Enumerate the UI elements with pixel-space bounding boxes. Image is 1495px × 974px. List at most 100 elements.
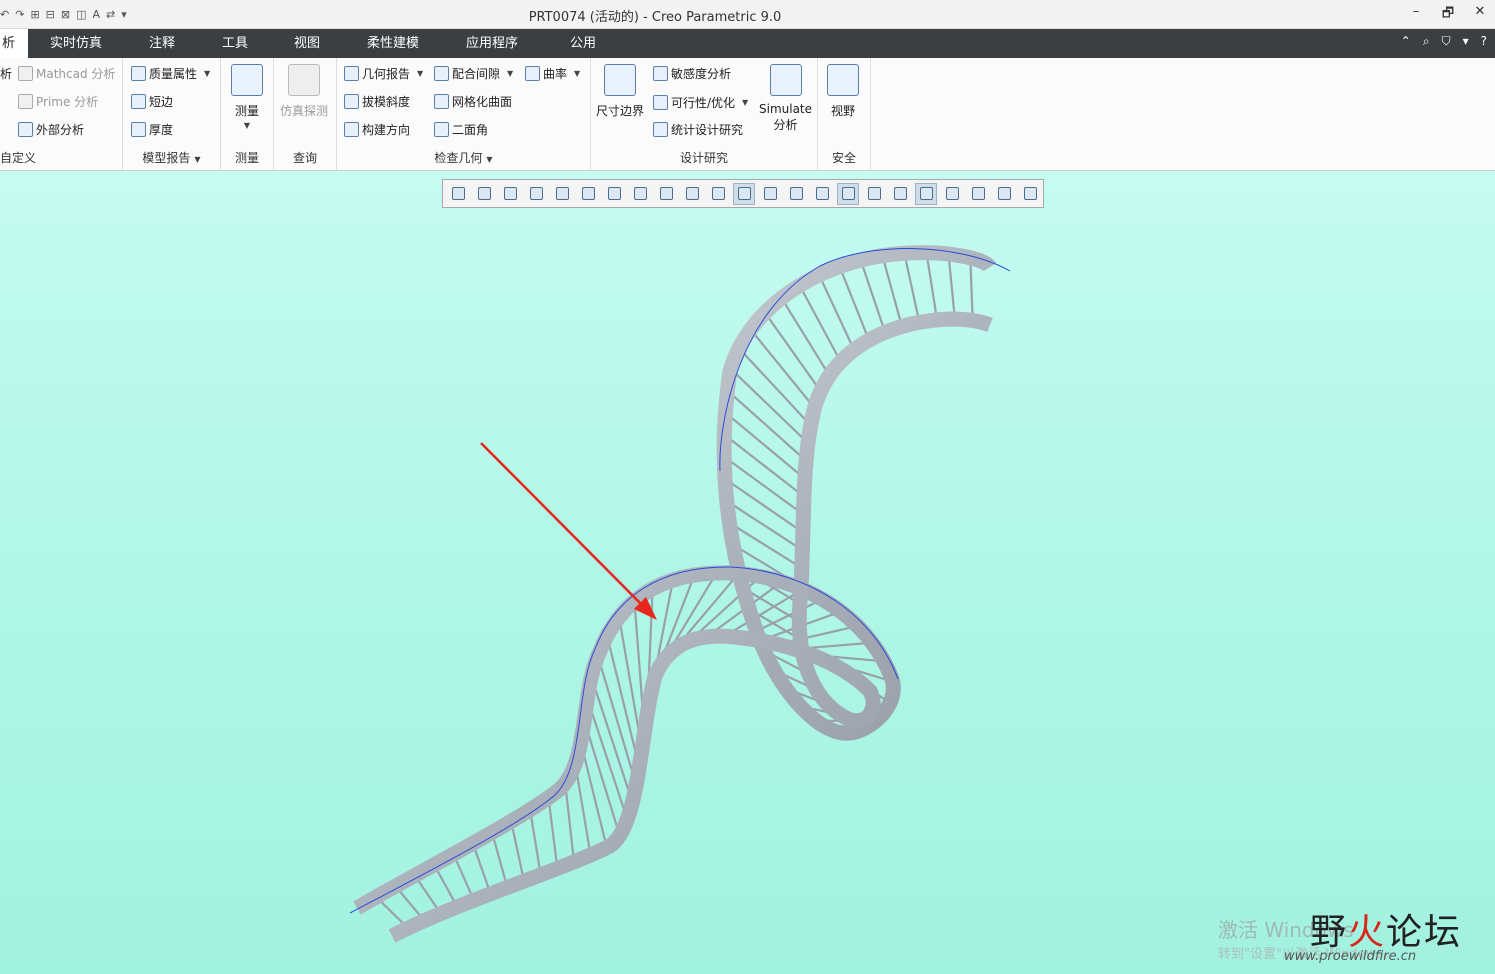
external-analysis-button[interactable]: 外部分析 [18,121,84,138]
chevron-down-icon: ▼ [243,121,251,130]
chevron-down-icon[interactable]: ▼ [417,69,423,78]
rung [528,809,542,875]
curvature-button[interactable]: 曲率 ▼ [525,65,580,82]
statistical-study-icon [653,122,668,137]
learning-icon[interactable]: ⛉ [1442,34,1451,49]
group-safety: 视野 安全 [818,58,871,170]
tab-analysis[interactable]: 析 [0,29,28,58]
minimize-button[interactable]: – [1409,4,1423,26]
thickness-icon [131,122,146,137]
draft-button[interactable]: 拔模斜度 [344,93,410,110]
tab-annotate[interactable]: 注释 [149,29,175,58]
rung [471,843,492,895]
rung [764,312,822,392]
rung [925,252,939,321]
rung [726,389,807,462]
mathcad-analysis-button[interactable]: Mathcad 分析 [18,65,115,82]
rung [564,783,576,862]
chevron-down-icon[interactable]: ▼ [742,98,748,107]
cut-off-label: 析 [0,67,13,81]
rung [510,821,526,882]
dihedral-angle-button[interactable]: 二面角 [434,121,488,138]
close-button[interactable]: ✕ [1473,4,1487,26]
feasibility-optimization-button[interactable]: 可行性/优化 ▼ [653,94,748,111]
mass-properties-button[interactable]: 质量属性 ▼ [131,65,210,82]
rung [818,274,856,351]
tab-applications[interactable]: 应用程序 [466,29,518,58]
group-design-study: 尺寸边界 敏感度分析 可行性/优化 ▼ 统计设计研究 Simulate 分析 设计… [591,58,818,170]
measure-button[interactable]: 测量 ▼ [231,64,263,130]
rung [798,284,842,363]
chevron-down-icon[interactable]: ▼ [507,69,513,78]
field-of-view-icon [827,64,859,96]
rung [491,832,509,888]
ribbon-tab-bar: 析 实时仿真 注释 工具 视图 柔性建模 应用程序 公用 ⌃ ⌕ ⛉ ▾ ? [0,29,1495,58]
group-label-custom: 自定义 [0,151,37,165]
geometry-report-icon [344,66,359,81]
chevron-down-icon[interactable]: ▼ [574,69,580,78]
ruler-icon [231,64,263,96]
build-direction-button[interactable]: 构建方向 [344,121,410,138]
rung [881,255,904,327]
dihedral-angle-icon [434,122,449,137]
chevron-down-icon[interactable]: ▾ [1463,34,1469,49]
rung [780,297,831,377]
chevron-down-icon[interactable]: ▼ [204,69,210,78]
prime-analysis-button[interactable]: Prime 分析 [18,93,98,110]
thickness-button[interactable]: 厚度 [131,121,173,138]
group-inspect-geometry: 几何报告 ▼ 配合间隙 ▼ 曲率 ▼ 拔模斜度 网格化曲面 构建方向 二面角 检查几何… [337,58,591,170]
search-icon[interactable]: ⌕ [1423,34,1430,49]
outer-rail [353,245,997,915]
short-edge-button[interactable]: 短边 [131,93,173,110]
group-custom: 析 Mathcad 分析 Prime 分析 外部分析 自定义 [0,58,123,170]
group-model-report: 质量属性 ▼ 短边 厚度 模型报告 ▼ [123,58,221,170]
model-canvas [349,245,1011,943]
field-of-view-button[interactable]: 视野 [827,64,859,119]
sensitivity-analysis-button[interactable]: 敏感度分析 [653,65,731,82]
rung [590,676,634,803]
tab-realtime-simulation[interactable]: 实时仿真 [50,29,102,58]
simulate-analysis-button[interactable]: Simulate 分析 [759,64,812,133]
tab-flexible-modeling[interactable]: 柔性建模 [367,29,419,58]
ribbon: 析 Mathcad 分析 Prime 分析 外部分析 自定义 质量属性 ▼ 短边 … [0,58,1495,171]
window-controls: – 🗗 ✕ [1409,4,1487,26]
mesh-surface-icon [434,94,449,109]
rung [547,797,559,869]
help-icon[interactable]: ? [1481,34,1487,49]
curvature-icon [525,66,540,81]
mass-properties-icon [131,66,146,81]
window-title: PRT0074 (活动的) - Creo Parametric 9.0 [528,10,782,25]
simulation-probe-button[interactable]: 仿真探测 [280,64,328,119]
fit-clearance-button[interactable]: 配合间隙 ▼ [434,65,513,82]
title-bar: ↶ ↷ ⊞ ⊟ ⊠ ◫ A ⇄ ▾ PRT0074 (活动的) - Creo P… [0,0,1495,29]
rung [903,253,921,323]
external-analysis-icon [18,122,33,137]
rung [859,259,887,333]
restore-button[interactable]: 🗗 [1441,4,1455,26]
group-label-design-study: 设计研究 [679,151,728,165]
rung [969,257,974,321]
group-label-inspect-geometry[interactable]: 检查几何 ▼ [337,149,590,166]
dimension-boundary-button[interactable]: 尺寸边界 [596,64,644,119]
statistical-design-study-button[interactable]: 统计设计研究 [653,121,743,138]
simulate-icon [769,64,802,96]
tab-tools[interactable]: 工具 [222,29,248,58]
short-edge-icon [131,94,146,109]
group-measure: 测量 ▼ 测量 [221,58,274,170]
chevron-down-icon: ▼ [486,155,493,164]
rung [452,853,475,901]
tab-view[interactable]: 视图 [294,29,320,58]
geometry-report-button[interactable]: 几何报告 ▼ [344,65,423,82]
chevron-down-icon: ▼ [194,155,201,164]
tab-bar-right-tools: ⌃ ⌕ ⛉ ▾ ? [1401,34,1487,49]
spiral-staircase-model[interactable] [349,245,1011,943]
group-label-query: 查询 [292,151,317,165]
group-label-safety: 安全 [831,151,856,165]
rung [947,253,956,320]
tab-common[interactable]: 公用 [570,29,596,58]
build-direction-icon [344,122,359,137]
mesh-surface-button[interactable]: 网格化曲面 [434,93,512,110]
collapse-ribbon-icon[interactable]: ⌃ [1401,34,1411,49]
graphics-viewport[interactable]: 激活 Windows 转到"设置"以激活 Windows。 野火论坛 www.p… [0,171,1495,974]
group-label-model-report[interactable]: 模型报告 ▼ [123,149,220,166]
